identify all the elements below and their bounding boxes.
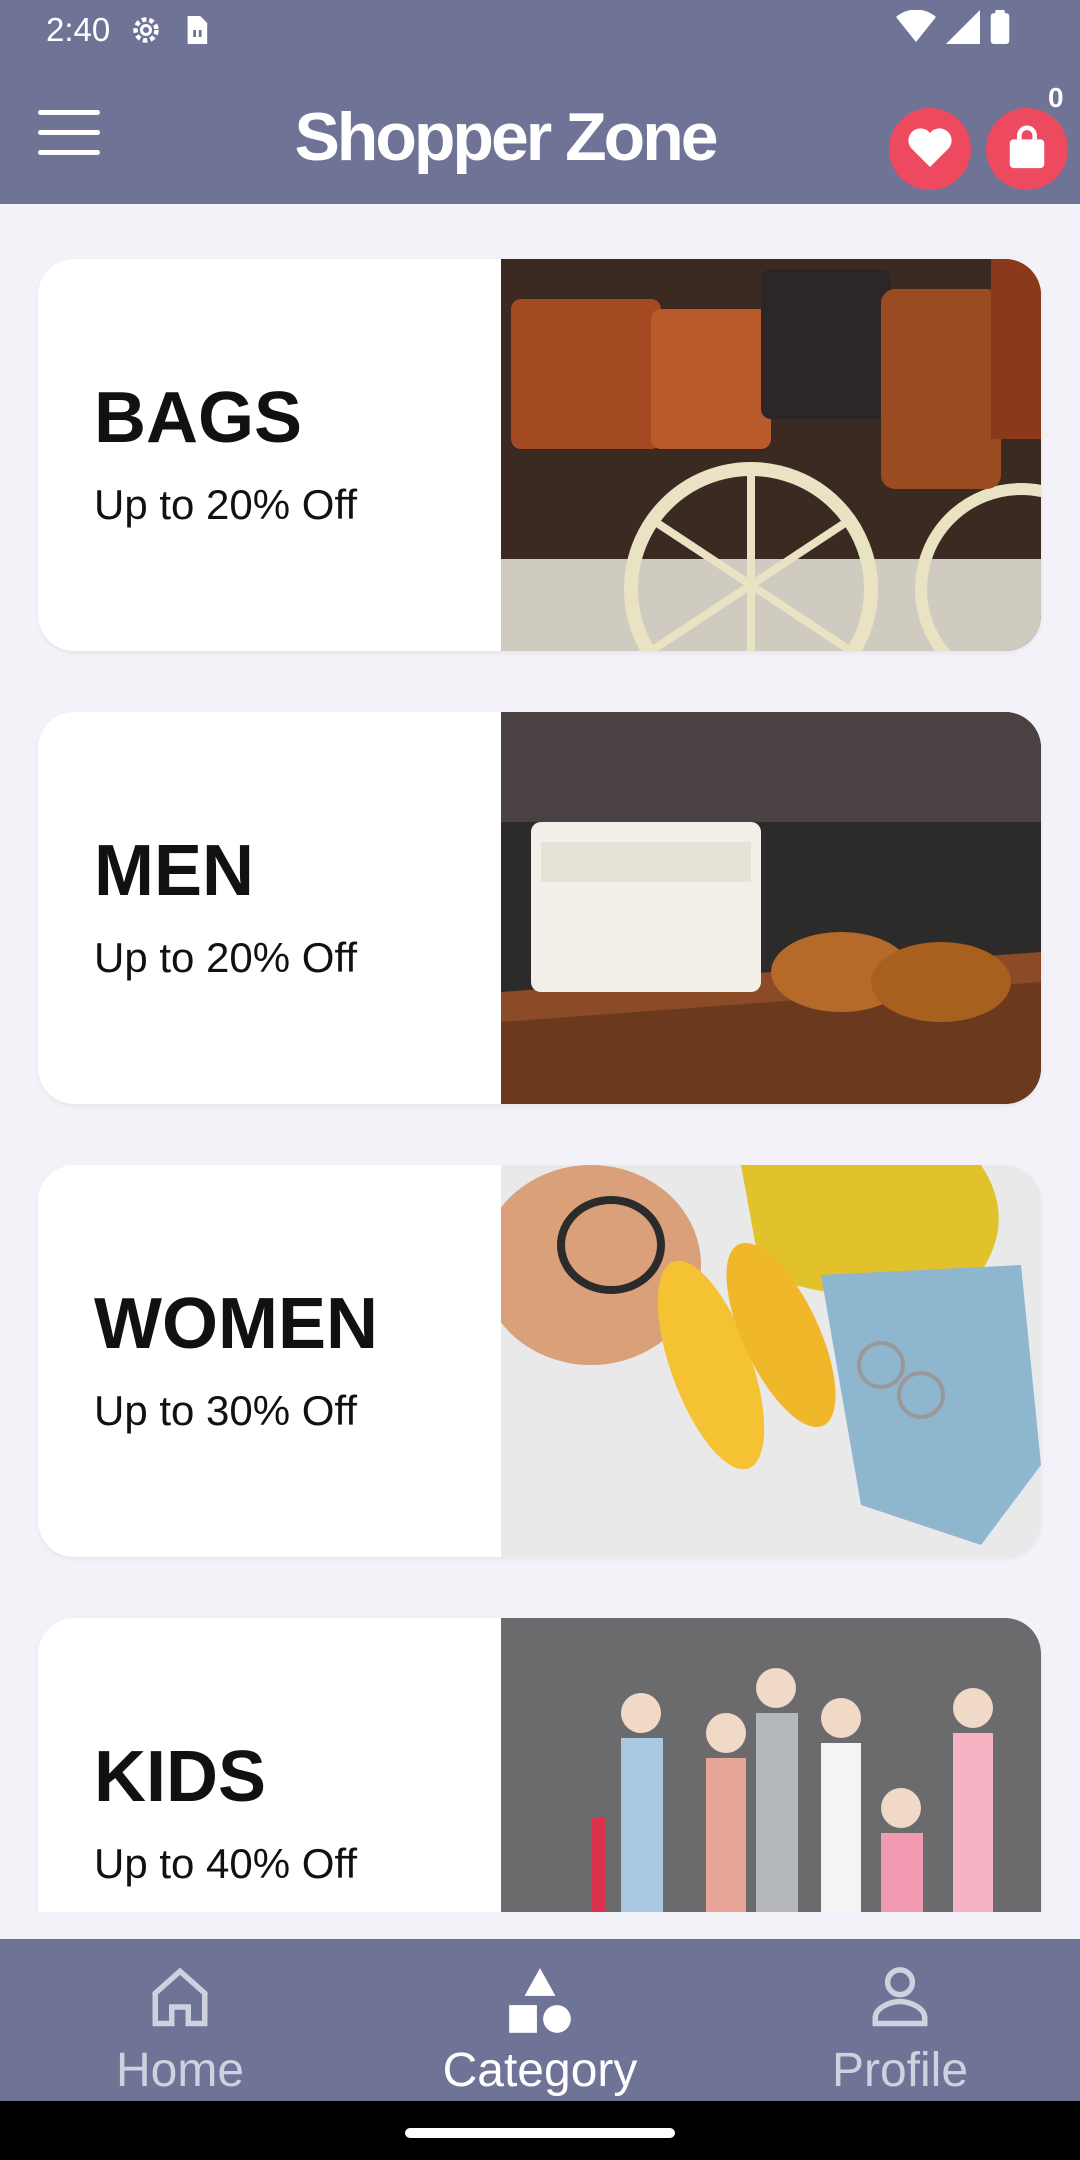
category-card-men[interactable]: MEN Up to 20% Off (38, 712, 1041, 1104)
nav-label: Home (115, 2044, 245, 2097)
bottom-navigation: Home Category Profile (0, 1939, 1080, 2101)
wifi-icon (896, 9, 936, 49)
battery-icon (990, 10, 1010, 49)
heart-icon (906, 125, 954, 174)
category-shapes-icon (360, 1965, 720, 2039)
shopping-bag-icon (1007, 124, 1047, 175)
person-icon (720, 1965, 1080, 2027)
category-discount: Up to 40% Off (94, 1840, 358, 1887)
category-card-women[interactable]: WOMEN Up to 30% Off (38, 1165, 1041, 1557)
app-bar: Shopper Zone 0 (0, 60, 1080, 204)
nav-item-home[interactable]: Home (0, 1939, 360, 2101)
nav-item-profile[interactable]: Profile (720, 1939, 1080, 2101)
nav-label: Profile (831, 2044, 969, 2097)
signal-icon (946, 10, 980, 49)
wishlist-button[interactable] (889, 108, 971, 190)
category-card-bags[interactable]: BAGS Up to 20% Off (38, 259, 1041, 651)
nav-item-category[interactable]: Category (360, 1939, 720, 2101)
category-discount: Up to 20% Off (94, 934, 358, 981)
app-title: Shopper Zone (294, 99, 718, 175)
cart-button[interactable] (986, 108, 1068, 190)
status-bar: 2:40 (0, 0, 1080, 60)
nav-label: Category (442, 2044, 638, 2097)
kids-image (501, 1618, 1041, 1912)
men-image (501, 712, 1041, 1104)
settings-icon (128, 12, 164, 48)
category-title: BAGS (94, 378, 303, 458)
home-icon (0, 1965, 360, 2027)
home-gesture-handle[interactable] (405, 2128, 675, 2138)
category-title: WOMEN (94, 1284, 378, 1364)
women-image (501, 1165, 1041, 1557)
category-discount: Up to 20% Off (94, 481, 358, 528)
category-discount: Up to 30% Off (94, 1387, 358, 1434)
category-list[interactable]: BAGS Up to 20% Off MEN Up to 20% Off WOM… (0, 204, 1080, 1912)
status-time: 2:40 (46, 11, 111, 48)
sim-card-icon (182, 13, 210, 47)
category-title: MEN (94, 831, 254, 911)
category-title: KIDS (94, 1737, 267, 1817)
cart-count-badge: 0 (1048, 82, 1064, 113)
category-card-kids[interactable]: KIDS Up to 40% Off (38, 1618, 1041, 1912)
bags-image (501, 259, 1041, 651)
